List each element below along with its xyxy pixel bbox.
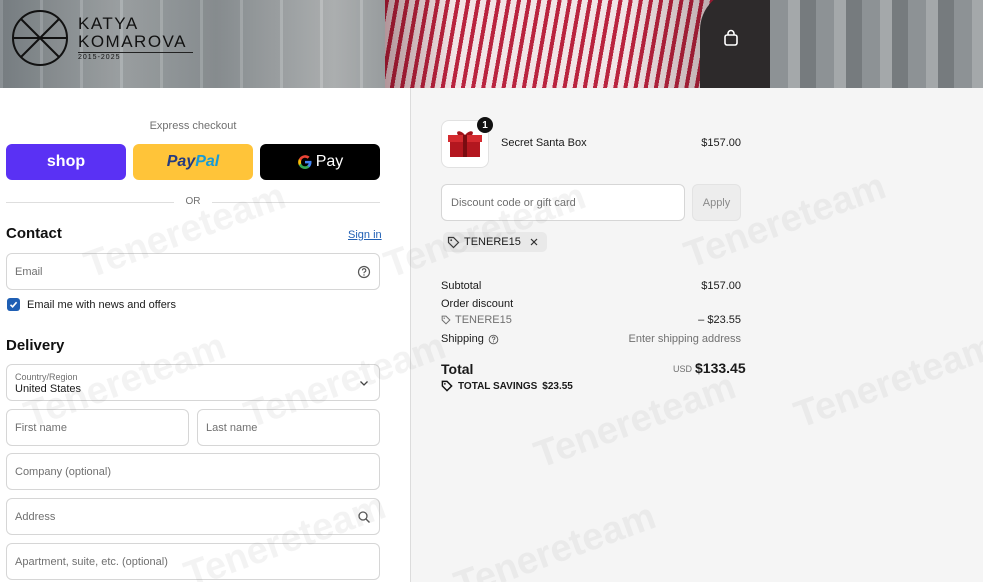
savings-value: $23.55 [542, 380, 573, 392]
brand-logo[interactable]: KATYA KOMAROVA 2015-2025 [10, 8, 193, 68]
shipping-label: Shipping [441, 333, 484, 345]
subtotal-value: $157.00 [701, 280, 741, 292]
shopping-bag-icon[interactable] [722, 29, 740, 47]
checkmark-icon [9, 301, 18, 308]
company-placeholder: Company (optional) [15, 466, 111, 478]
brand-name-line1: KATYA [78, 14, 139, 33]
header-banner: KATYA KOMAROVA 2015-2025 [0, 0, 983, 88]
total-currency: USD [673, 364, 693, 374]
first-name-placeholder: First name [15, 422, 67, 434]
shipping-value: Enter shipping address [628, 333, 741, 345]
order-summary: 1 Secret Santa Box $157.00 Discount code… [411, 88, 983, 582]
delivery-heading: Delivery [6, 337, 65, 354]
apply-label: Apply [702, 196, 731, 209]
tag-icon [447, 236, 460, 248]
paypal-label-a: Pay [166, 153, 196, 170]
checkout-form: Express checkout shop Pay Pal Pay OR Cont… [0, 88, 410, 582]
shipping-row: Shipping [441, 333, 499, 345]
total-value: $133.45 [695, 360, 746, 376]
address-placeholder: Address [15, 511, 56, 523]
newsletter-checkbox[interactable] [7, 298, 20, 311]
or-line-right [212, 202, 380, 203]
apartment-placeholder: Apartment, suite, etc. (optional) [15, 556, 168, 568]
order-discount-label: Order discount [441, 298, 514, 310]
brand-years: 2015-2025 [78, 52, 193, 61]
discount-code-text: TENERE15 [455, 314, 512, 326]
paypal-button[interactable]: Pay Pal [133, 144, 253, 180]
banner-right [770, 0, 983, 88]
last-name-field[interactable]: Last name [197, 409, 380, 446]
express-checkout-title: Express checkout [149, 120, 237, 132]
applied-discount-chip: TENERE15 [443, 232, 547, 252]
or-divider: OR [6, 195, 380, 209]
apartment-field[interactable]: Apartment, suite, etc. (optional) [6, 543, 380, 580]
discount-value: – $23.55 [698, 314, 741, 326]
google-g-icon [297, 155, 312, 169]
help-circle-icon[interactable] [357, 265, 371, 279]
help-circle-icon[interactable] [488, 334, 499, 345]
tag-icon [441, 380, 453, 392]
total-label: Total [441, 361, 474, 377]
shop-pay-label: shop [46, 153, 86, 170]
search-icon [358, 511, 370, 523]
total-savings: TOTAL SAVINGS $23.55 [441, 380, 573, 392]
brand-name: KATYA KOMAROVA 2015-2025 [78, 15, 193, 61]
applied-code: TENERE15 [464, 236, 521, 248]
email-field[interactable]: Email [6, 253, 380, 290]
subtotal-label: Subtotal [441, 280, 482, 292]
banner-shade [385, 0, 730, 88]
google-pay-label: Pay [315, 153, 344, 170]
discount-code-input[interactable]: Discount code or gift card [441, 184, 685, 221]
first-name-field[interactable]: First name [6, 409, 189, 446]
paypal-label-b: Pal [195, 153, 220, 170]
last-name-placeholder: Last name [206, 422, 258, 434]
email-placeholder: Email [15, 266, 43, 278]
apply-button[interactable]: Apply [692, 184, 741, 221]
shop-pay-button[interactable]: shop [6, 144, 126, 180]
discount-code-row: TENERE15 [441, 314, 512, 326]
savings-label: TOTAL SAVINGS [458, 380, 538, 392]
sign-in-link[interactable]: Sign in [348, 229, 382, 241]
country-value: United States [15, 383, 82, 395]
contact-heading: Contact [6, 225, 62, 242]
address-field[interactable]: Address [6, 498, 380, 535]
newsletter-label: Email me with news and offers [27, 299, 176, 311]
company-field[interactable]: Company (optional) [6, 453, 380, 490]
product-name: Secret Santa Box [501, 137, 587, 149]
google-pay-button[interactable]: Pay [260, 144, 380, 180]
quantity-badge: 1 [477, 117, 493, 133]
gift-box-icon [448, 131, 482, 157]
discount-code-placeholder: Discount code or gift card [451, 197, 576, 209]
remove-discount-icon[interactable] [529, 237, 539, 247]
tag-icon [441, 315, 451, 325]
chevron-down-icon [360, 381, 368, 386]
country-select[interactable]: Country/Region United States [6, 364, 380, 401]
country-label: Country/Region [15, 372, 78, 382]
product-price: $157.00 [701, 137, 741, 149]
logo-mark-icon [12, 10, 68, 66]
brand-name-line2: KOMAROVA [78, 32, 187, 51]
